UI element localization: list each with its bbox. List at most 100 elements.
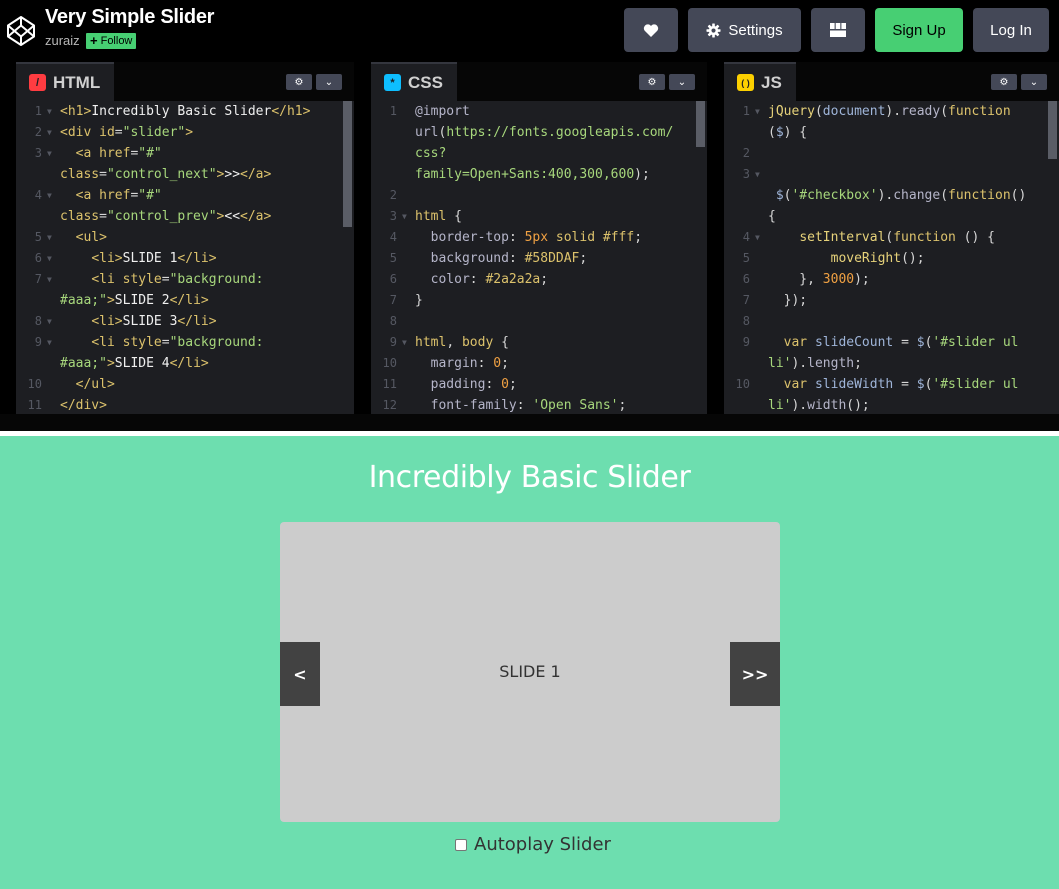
code-line[interactable]: 2 <box>371 185 707 206</box>
code-line[interactable]: 5 moveRight(); <box>724 248 1059 269</box>
change-view-button[interactable] <box>811 8 865 52</box>
code-line[interactable]: 2 <box>724 143 1059 164</box>
fold-arrow-icon[interactable]: ▼ <box>755 164 760 185</box>
settings-button[interactable]: Settings <box>688 8 801 52</box>
code-line[interactable]: li').length; <box>724 353 1059 374</box>
code-line[interactable]: url(https://fonts.googleapis.com/ <box>371 122 707 143</box>
editor-resize-bar[interactable] <box>0 414 1059 431</box>
fold-arrow-icon[interactable]: ▼ <box>402 206 407 227</box>
js-code[interactable]: 1 ▼ jQuery(document).ready(function ($) {2 3… <box>724 101 1059 414</box>
css-settings-button[interactable]: ⚙ <box>639 74 665 90</box>
fold-arrow-icon[interactable]: ▼ <box>47 227 52 248</box>
fold-arrow-icon[interactable]: ▼ <box>47 122 52 143</box>
code-line[interactable]: ($) { <box>724 122 1059 143</box>
code-line[interactable]: 4 border-top: 5px solid #fff; <box>371 227 707 248</box>
autoplay-toggle[interactable]: Autoplay Slider <box>455 834 611 855</box>
slider-prev-button[interactable]: < <box>280 642 320 706</box>
code-line[interactable]: 8 ▼ <li>SLIDE 3</li> <box>16 311 354 332</box>
tab-html[interactable]: / HTML <box>16 62 115 101</box>
code-line[interactable]: 1 ▼ <h1>Incredibly Basic Slider</h1> <box>16 101 354 122</box>
fold-arrow-icon[interactable]: ▼ <box>47 143 52 164</box>
code-line[interactable]: { <box>724 206 1059 227</box>
js-options-button[interactable]: ⌄ <box>1021 74 1047 90</box>
line-number: 4 <box>34 188 42 202</box>
code-line[interactable]: 10 </ul> <box>16 374 354 395</box>
fold-arrow-icon[interactable]: ▼ <box>47 269 52 290</box>
fold-arrow-icon[interactable]: ▼ <box>402 332 407 353</box>
code-line[interactable]: css? <box>371 143 707 164</box>
code-line[interactable]: 8 <box>724 311 1059 332</box>
html-code[interactable]: 1 ▼ <h1>Incredibly Basic Slider</h1> 2 ▼ <div… <box>16 101 354 414</box>
code-line[interactable]: 9 var slideCount = $('#slider ul <box>724 332 1059 353</box>
slider-next-button[interactable]: >> <box>730 642 780 706</box>
code-line[interactable]: 3 ▼ <a href="#" <box>16 143 354 164</box>
code-line[interactable]: family=Open+Sans:400,300,600); <box>371 164 707 185</box>
line-number: 9 <box>389 335 397 349</box>
fold-arrow-icon[interactable]: ▼ <box>47 101 52 122</box>
css-editor[interactable]: * CSS ⚙ ⌄ 1 @import url(https://fonts.goog… <box>371 62 707 414</box>
js-scrollbar[interactable] <box>1048 101 1057 159</box>
code-line[interactable]: class="control_next">>></a> <box>16 164 354 185</box>
code-line[interactable]: 4 ▼ <a href="#" <box>16 185 354 206</box>
follow-button[interactable]: + Follow <box>86 33 137 49</box>
html-settings-button[interactable]: ⚙ <box>286 74 312 90</box>
code-line[interactable]: 3 ▼ html { <box>371 206 707 227</box>
code-line[interactable]: class="control_prev"><<</a> <box>16 206 354 227</box>
code-text: #aaa;">SLIDE 4</li> <box>60 356 209 371</box>
js-editor[interactable]: ( ) JS ⚙ ⌄ 1 ▼ jQuery(document).ready(func… <box>724 62 1059 414</box>
fold-arrow-icon[interactable]: ▼ <box>47 248 52 269</box>
html-scrollbar[interactable] <box>343 101 352 227</box>
code-line[interactable]: 1 ▼ jQuery(document).ready(function <box>724 101 1059 122</box>
code-line[interactable]: 9 ▼ html, body { <box>371 332 707 353</box>
code-line[interactable]: 7 ▼ <li style="background: <box>16 269 354 290</box>
css-scrollbar[interactable] <box>696 101 705 147</box>
fold-arrow-icon[interactable]: ▼ <box>47 185 52 206</box>
sign-up-button[interactable]: Sign Up <box>875 8 963 52</box>
tab-css[interactable]: * CSS <box>371 62 457 101</box>
slider: SLIDE 1 < >> <box>280 522 780 822</box>
code-line[interactable]: 6 color: #2a2a2a; <box>371 269 707 290</box>
code-line[interactable]: 7} <box>371 290 707 311</box>
code-line[interactable]: 8 <box>371 311 707 332</box>
code-line[interactable]: 7 }); <box>724 290 1059 311</box>
code-line[interactable]: 10 margin: 0; <box>371 353 707 374</box>
css-code[interactable]: 1 @import url(https://fonts.googleapis.com… <box>371 101 707 414</box>
css-options-button[interactable]: ⌄ <box>669 74 695 90</box>
log-in-button[interactable]: Log In <box>973 8 1049 52</box>
code-line[interactable]: #aaa;">SLIDE 4</li> <box>16 353 354 374</box>
code-line[interactable]: 6 ▼ <li>SLIDE 1</li> <box>16 248 354 269</box>
code-text: }, 3000); <box>768 272 870 287</box>
code-text: var slideWidth = $('#slider ul <box>783 377 1019 392</box>
pen-title[interactable]: Very Simple Slider <box>45 6 214 29</box>
heart-button[interactable] <box>624 8 678 52</box>
fold-arrow-icon[interactable]: ▼ <box>47 311 52 332</box>
fold-arrow-icon[interactable]: ▼ <box>755 227 760 248</box>
html-editor[interactable]: / HTML ⚙ ⌄ 1 ▼ <h1>Incredibly Basic Slider… <box>16 62 354 414</box>
code-line[interactable]: 10 var slideWidth = $('#slider ul <box>724 374 1059 395</box>
code-line[interactable]: 1 @import <box>371 101 707 122</box>
code-line[interactable]: 9 ▼ <li style="background: <box>16 332 354 353</box>
code-line[interactable]: 4 ▼ setInterval(function () { <box>724 227 1059 248</box>
line-number: 2 <box>389 188 397 202</box>
author-link[interactable]: zuraiz <box>45 33 80 48</box>
code-line[interactable]: 6 }, 3000); <box>724 269 1059 290</box>
js-settings-button[interactable]: ⚙ <box>991 74 1017 90</box>
chevron-down-icon: ⌄ <box>324 76 334 88</box>
code-line[interactable]: 12 font-family: 'Open Sans'; <box>371 395 707 414</box>
tab-js[interactable]: ( ) JS <box>724 62 796 101</box>
fold-arrow-icon[interactable]: ▼ <box>47 332 52 353</box>
fold-arrow-icon[interactable]: ▼ <box>755 101 760 122</box>
code-line[interactable]: $('#checkbox').change(function() <box>724 185 1059 206</box>
html-options-button[interactable]: ⌄ <box>316 74 342 90</box>
code-line[interactable]: 3 ▼ <box>724 164 1059 185</box>
code-line[interactable]: 11 </div> <box>16 395 354 414</box>
code-line[interactable]: 5 background: #58DDAF; <box>371 248 707 269</box>
code-line[interactable]: 11 padding: 0; <box>371 374 707 395</box>
code-line[interactable]: li').width(); <box>724 395 1059 414</box>
code-line[interactable]: 2 ▼ <div id="slider"> <box>16 122 354 143</box>
code-line[interactable]: 5 ▼ <ul> <box>16 227 354 248</box>
autoplay-checkbox[interactable] <box>455 838 467 851</box>
code-line[interactable]: #aaa;">SLIDE 2</li> <box>16 290 354 311</box>
codepen-logo-icon[interactable] <box>6 15 36 47</box>
code-text: class="control_next">>></a> <box>60 167 272 182</box>
